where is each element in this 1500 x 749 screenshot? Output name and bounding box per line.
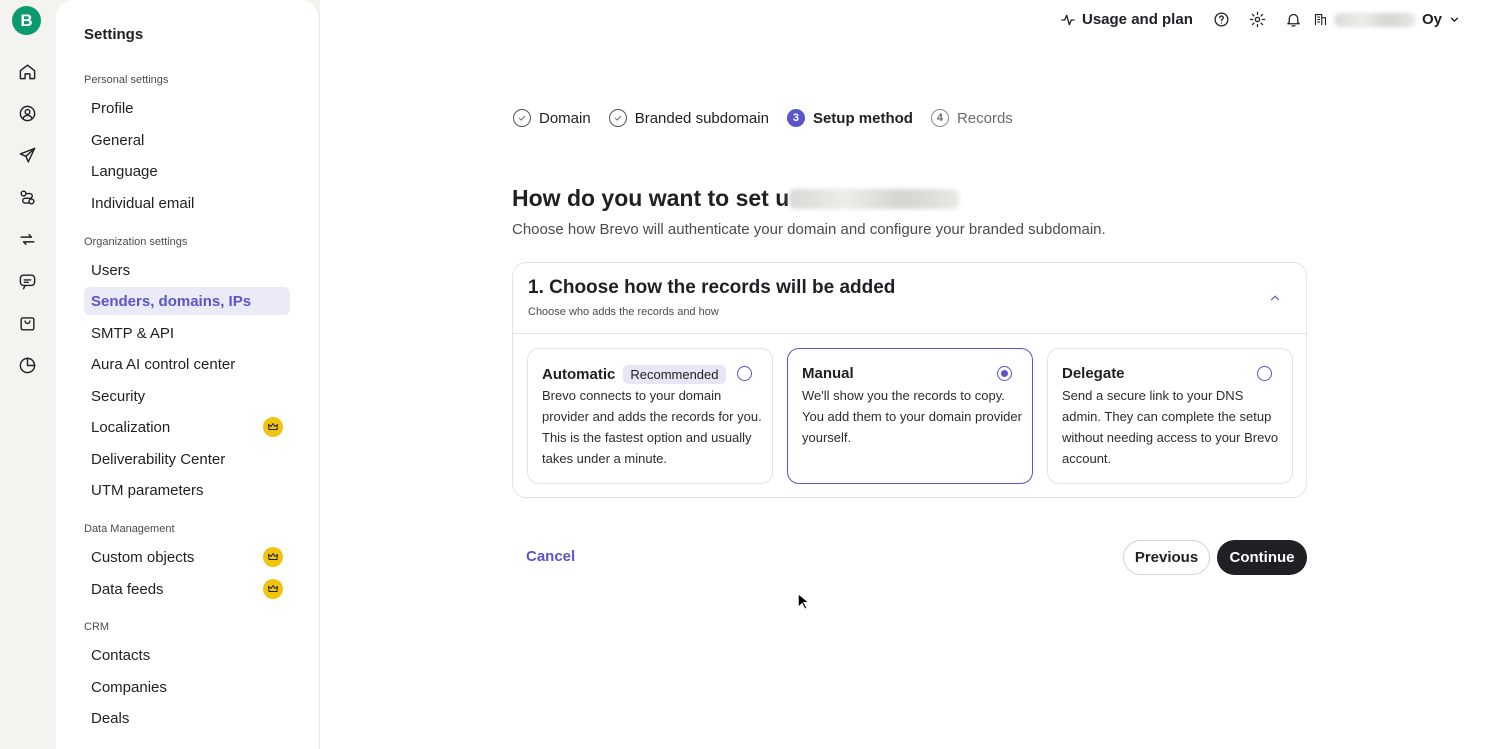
option-description: We'll show you the records to copy. You … (802, 388, 1022, 445)
setup-stepper: Domain Branded subdomain 3 Setup method … (513, 108, 1031, 128)
step-domain[interactable]: Domain (513, 109, 591, 127)
brevo-logo[interactable]: B (12, 6, 41, 35)
sidebar-item-label: Custom objects (91, 548, 195, 566)
option-title-text: Manual (802, 365, 854, 382)
main-content: Usage and plan Oy Domain Branded subdoma… (320, 0, 1500, 749)
bell-icon[interactable] (1285, 11, 1303, 29)
card-subtitle: Choose who adds the records and how (528, 306, 719, 318)
contacts-icon[interactable] (16, 102, 38, 124)
option-title: Manual (802, 365, 854, 382)
option-title-text: Delegate (1062, 365, 1125, 382)
organization-switcher[interactable]: Oy (1313, 11, 1461, 28)
reports-icon[interactable] (16, 354, 38, 376)
help-icon[interactable] (1213, 11, 1231, 29)
option-manual[interactable]: Manual We'll show you the records to cop… (787, 348, 1033, 484)
premium-crown-icon (263, 579, 283, 599)
domain-name-redacted (789, 188, 960, 209)
organization-suffix: Oy (1422, 11, 1443, 28)
step-label: Setup method (812, 109, 913, 127)
section-label-organization: Organization settings (84, 236, 188, 248)
step-label: Branded subdomain (634, 109, 769, 127)
radio-delegate[interactable] (1257, 366, 1272, 381)
divider (513, 333, 1306, 334)
sidebar-title: Settings (84, 26, 144, 43)
option-title: Delegate (1062, 365, 1125, 382)
organization-name-redacted (1334, 12, 1416, 27)
section-label-personal: Personal settings (84, 74, 169, 86)
page-title: How do you want to set u (512, 185, 960, 212)
premium-crown-icon (263, 417, 283, 437)
option-automatic[interactable]: Automatic Recommended Brevo connects to … (527, 348, 773, 484)
option-description: Brevo connects to your domain provider a… (542, 388, 762, 466)
home-icon[interactable] (16, 60, 38, 82)
check-circle-icon (608, 109, 627, 127)
setup-method-card: 1. Choose how the records will be added … (512, 262, 1307, 498)
sidebar-item-individual-email[interactable]: Individual email (84, 189, 290, 217)
sidebar-item-companies[interactable]: Companies (84, 673, 290, 701)
building-icon (1314, 13, 1327, 26)
page-subtitle: Choose how Brevo will authenticate your … (512, 221, 1106, 238)
sidebar-item-utm-parameters[interactable]: UTM parameters (84, 476, 290, 504)
radio-manual[interactable] (997, 366, 1012, 381)
sidebar-item-general[interactable]: General (84, 126, 290, 154)
usage-label: Usage and plan (1082, 11, 1193, 28)
previous-button[interactable]: Previous (1123, 540, 1210, 575)
page-title-text: How do you want to set u (512, 185, 790, 211)
sidebar-item-aura-ai[interactable]: Aura AI control center (84, 350, 290, 378)
radio-automatic[interactable] (737, 366, 752, 381)
step-label: Records (956, 109, 1013, 127)
top-bar: Usage and plan Oy (1040, 0, 1500, 40)
card-title: 1. Choose how the records will be added (528, 277, 896, 298)
sidebar-item-custom-objects[interactable]: Custom objects (84, 543, 290, 571)
step-label: Domain (539, 109, 591, 127)
step-branded-subdomain[interactable]: Branded subdomain (608, 109, 769, 127)
step-number-badge: 4 (930, 109, 949, 127)
sidebar-item-users[interactable]: Users (84, 256, 290, 284)
sidebar-item-deliverability-center[interactable]: Deliverability Center (84, 445, 290, 473)
sidebar-item-data-feeds[interactable]: Data feeds (84, 575, 290, 603)
chevron-down-icon (1450, 17, 1459, 22)
sidebar-item-label: Localization (91, 418, 171, 436)
activity-icon (1061, 14, 1075, 25)
sidebar-item-contacts[interactable]: Contacts (84, 641, 290, 669)
option-title: Automatic Recommended (542, 365, 726, 384)
commerce-icon[interactable] (16, 312, 38, 334)
recommended-badge: Recommended (623, 365, 726, 384)
automations-icon[interactable] (16, 186, 38, 208)
sidebar-item-localization[interactable]: Localization (84, 413, 290, 441)
usage-and-plan-link[interactable]: Usage and plan (1060, 11, 1193, 28)
sidebar-item-security[interactable]: Security (84, 382, 290, 410)
campaigns-icon[interactable] (16, 144, 38, 166)
step-records: 4 Records (930, 109, 1013, 127)
premium-crown-icon (263, 547, 283, 567)
step-number-badge: 3 (786, 109, 805, 127)
option-description: Send a secure link to your DNS admin. Th… (1062, 388, 1279, 466)
settings-sidebar: Settings Personal settings Profile Gener… (56, 0, 320, 749)
sidebar-item-profile[interactable]: Profile (84, 94, 290, 122)
sync-icon[interactable] (16, 228, 38, 250)
sidebar-item-language[interactable]: Language (84, 157, 290, 185)
section-label-data-management: Data Management (84, 523, 175, 535)
step-setup-method: 3 Setup method (786, 109, 913, 127)
mouse-cursor-icon (797, 593, 809, 610)
icon-rail: B (0, 0, 56, 749)
sidebar-item-deals[interactable]: Deals (84, 704, 290, 732)
section-label-crm: CRM (84, 621, 110, 633)
conversations-icon[interactable] (16, 270, 38, 292)
gear-icon[interactable] (1249, 11, 1267, 29)
cancel-button[interactable]: Cancel (526, 548, 575, 565)
sidebar-item-senders-domains-ips[interactable]: Senders, domains, IPs (84, 287, 290, 315)
sidebar-item-smtp-api[interactable]: SMTP & API (84, 319, 290, 347)
option-title-text: Automatic (542, 366, 616, 383)
chevron-up-icon[interactable] (1268, 291, 1282, 305)
option-delegate[interactable]: Delegate Send a secure link to your DNS … (1047, 348, 1293, 484)
sidebar-item-label: Data feeds (91, 580, 164, 598)
check-circle-icon (513, 109, 531, 127)
continue-button[interactable]: Continue (1217, 540, 1307, 575)
